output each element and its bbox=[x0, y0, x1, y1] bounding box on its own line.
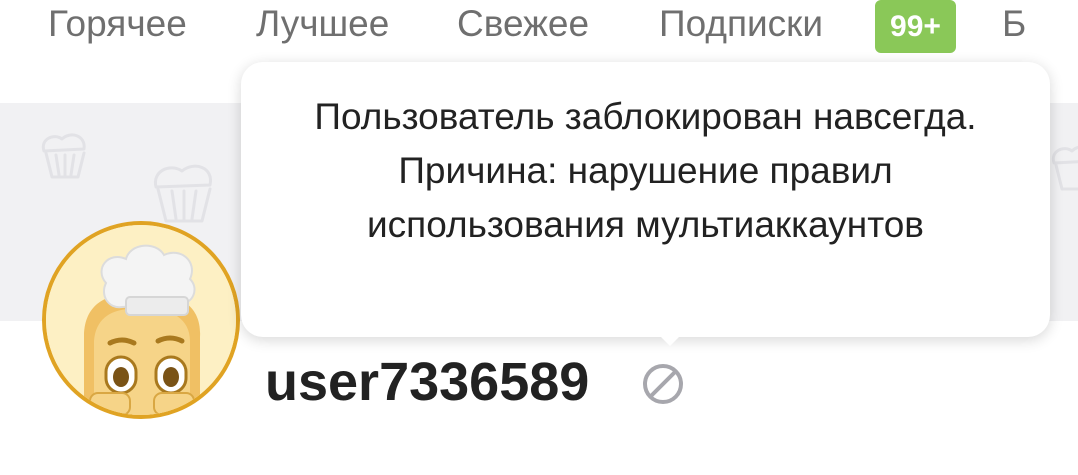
tab-best[interactable]: Лучшее bbox=[256, 2, 389, 46]
tooltip-arrow bbox=[654, 330, 686, 346]
chef-toast-avatar-icon bbox=[46, 225, 236, 415]
username: user7336589 bbox=[265, 352, 590, 412]
tab-hot[interactable]: Горячее bbox=[48, 2, 187, 46]
ban-reason-tooltip: Пользователь заблокирован навсегда. Прич… bbox=[241, 62, 1050, 337]
avatar[interactable] bbox=[42, 221, 240, 419]
subscriptions-count-badge: 99+ bbox=[875, 0, 956, 53]
tab-subscriptions[interactable]: Подписки bbox=[659, 2, 823, 46]
ban-icon[interactable] bbox=[640, 361, 686, 407]
tab-fresh[interactable]: Свежее bbox=[457, 2, 589, 46]
top-navigation: Горячее Лучшее Свежее Подписки 99+ Б bbox=[0, 0, 1078, 60]
tab-partial[interactable]: Б bbox=[1002, 2, 1036, 46]
tooltip-text: Пользователь заблокирован навсегда. Прич… bbox=[314, 96, 977, 245]
